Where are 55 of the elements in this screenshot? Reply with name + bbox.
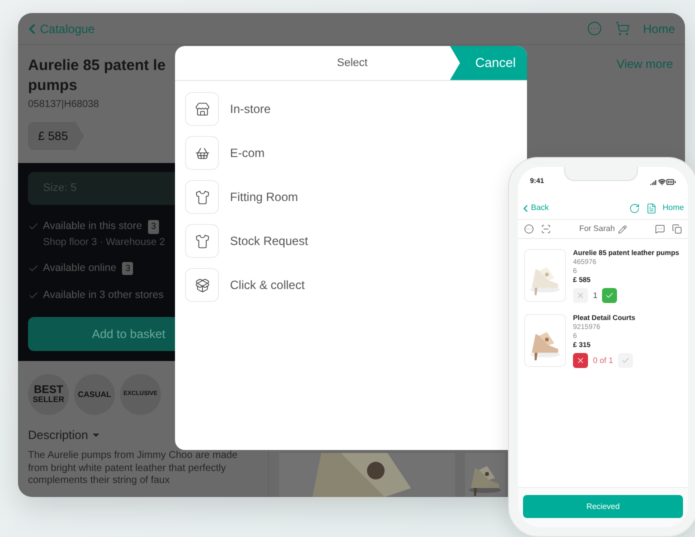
home-link[interactable]: Home xyxy=(662,202,684,214)
edit-icon[interactable] xyxy=(618,224,627,234)
reject-toggle[interactable] xyxy=(573,353,588,368)
box-icon xyxy=(185,268,219,302)
back-link[interactable]: Back xyxy=(520,202,549,214)
copy-icon[interactable] xyxy=(672,224,682,234)
description-text: The Aurelie pumps from Jimmy Choo are made from bright white patent leather that perfectly complements their string of faux xyxy=(28,450,239,488)
signal-icon xyxy=(650,178,658,186)
product-title: Aurelie 85 patent le xyxy=(28,56,166,76)
scan-icon[interactable] xyxy=(541,224,551,234)
option-item[interactable]: E-com xyxy=(185,136,265,170)
view-more-link[interactable]: View more xyxy=(616,55,673,73)
product-code: 058137|H68038 xyxy=(28,98,99,112)
count-badge: 3 xyxy=(122,262,134,276)
store-icon xyxy=(185,92,219,126)
count-badge: 3 xyxy=(148,220,160,234)
close-icon xyxy=(576,291,585,300)
option-item[interactable]: In-store xyxy=(185,92,271,126)
reject-toggle[interactable] xyxy=(573,288,588,303)
quantity-text: 1 xyxy=(593,291,598,300)
accept-toggle[interactable] xyxy=(618,353,634,368)
description-toggle[interactable]: Description xyxy=(28,426,102,444)
badge-text: BEST xyxy=(34,384,64,395)
close-icon xyxy=(576,356,585,365)
cart-icon[interactable] xyxy=(614,21,630,36)
customer-name: For Sarah xyxy=(579,223,615,235)
product-title: pumps xyxy=(28,76,78,96)
quantity-text: 0 of 1 xyxy=(593,356,614,365)
dialog-title: Select xyxy=(337,56,368,71)
badge-text: CASUAL xyxy=(78,388,112,401)
home-link[interactable]: Home xyxy=(642,20,675,38)
received-button[interactable]: Recieved xyxy=(523,495,683,518)
shirt-icon xyxy=(185,224,219,258)
check-icon xyxy=(28,290,39,301)
option-item[interactable]: Stock Request xyxy=(185,224,308,258)
location-text: Shop floor 3 · Warehouse 2 xyxy=(43,236,165,250)
wifi-icon xyxy=(658,178,666,186)
refresh-icon[interactable] xyxy=(628,202,640,214)
badge-text: SELLER xyxy=(32,394,64,405)
shirt-icon xyxy=(185,180,219,214)
document-icon[interactable] xyxy=(646,202,657,214)
availability-text: Available online xyxy=(43,260,116,276)
availability-text: Available in this store xyxy=(43,219,142,234)
accept-toggle[interactable] xyxy=(602,288,618,303)
chat-icon[interactable] xyxy=(655,224,665,234)
more-icon[interactable] xyxy=(524,224,534,234)
battery-icon xyxy=(666,177,676,187)
check-icon xyxy=(605,291,614,300)
availability-text: Available in 3 other stores xyxy=(43,288,164,302)
option-item[interactable]: Click & collect xyxy=(185,268,305,302)
back-link[interactable]: Catalogue xyxy=(24,20,95,38)
price-tag: £ 585 xyxy=(28,122,84,150)
cancel-button[interactable]: Cancel xyxy=(450,46,527,80)
check-icon xyxy=(621,356,630,365)
cart-icon xyxy=(185,136,219,170)
